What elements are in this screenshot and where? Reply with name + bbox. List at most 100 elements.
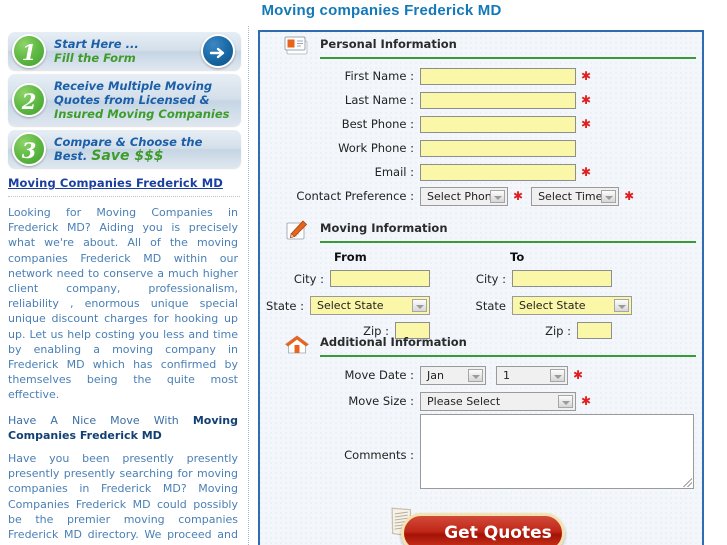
label-best-phone: Best Phone : (341, 117, 414, 131)
to-state-select[interactable]: Select State (512, 296, 632, 315)
field-row-contact-preference: Contact Preference : Select Phone ✱ Sele… (260, 184, 702, 208)
contact-time-select[interactable]: Select Time (531, 186, 620, 206)
contact-time-select-value: Select Time (538, 189, 603, 203)
section-rule-personal (320, 57, 696, 59)
field-row-last-name: Last Name : ✱ (260, 88, 702, 112)
section-header-personal: Personal Information (266, 34, 696, 60)
section-title-personal: Personal Information (320, 37, 457, 51)
chevron-down-icon (601, 189, 617, 203)
move-date-month-select[interactable]: Jan (420, 365, 486, 385)
pencil-notepad-icon (284, 219, 310, 243)
label-last-name: Last Name : (344, 93, 414, 107)
first-name-input[interactable] (420, 67, 576, 85)
field-row-from-state: State : Select State (260, 296, 430, 315)
step-item-3[interactable]: 3 Compare & Choose the Best. Save $$$ (8, 130, 241, 168)
sidebar-heading-2: Have A Nice Move With Moving Companies F… (8, 413, 238, 443)
moving-fields: From To City : State : Select State Zip … (260, 244, 702, 339)
field-row-email: Email : ✱ (260, 160, 702, 184)
submit-area: Get Quotes (260, 499, 702, 545)
section-rule-additional (320, 355, 696, 357)
chevron-down-icon (490, 189, 505, 203)
required-marker-contact-time: ✱ (624, 189, 635, 203)
best-phone-input[interactable] (420, 115, 576, 133)
step-number-badge-1: 1 (12, 34, 46, 68)
step-line-3b-text: Best. (54, 149, 88, 163)
email-input[interactable] (420, 163, 576, 181)
section-header-moving: Moving Information (266, 218, 696, 244)
additional-fields: Move Date : Jan 1 ✱ Move Size : Please S… (260, 358, 702, 493)
step-text-2: Receive Multiple Moving Quotes from Lice… (54, 79, 235, 121)
house-icon (284, 333, 310, 357)
sidebar: 1 Start Here ... Fill the Form 2 Receive… (0, 26, 249, 545)
move-size-select-value: Please Select (427, 394, 501, 408)
field-row-move-size: Move Size : Please Select ✱ (260, 388, 702, 414)
label-contact-preference: Contact Preference : (296, 189, 414, 203)
move-date-day-value: 1 (503, 368, 510, 382)
required-marker-move-size: ✱ (581, 394, 592, 408)
step-item-2[interactable]: 2 Receive Multiple Moving Quotes from Li… (8, 74, 241, 126)
arrow-right-icon[interactable] (201, 34, 235, 68)
from-state-select[interactable]: Select State (310, 296, 430, 315)
chevron-down-icon (614, 299, 629, 312)
contact-phone-select-value: Select Phone (427, 189, 499, 203)
step-item-1[interactable]: 1 Start Here ... Fill the Form (8, 32, 241, 70)
field-row-to-city: City : (436, 270, 612, 287)
get-quotes-button[interactable]: Get Quotes (401, 513, 565, 545)
label-move-size: Move Size : (348, 394, 414, 408)
chevron-down-icon (558, 394, 573, 408)
field-row-best-phone: Best Phone : ✱ (260, 112, 702, 136)
label-comments: Comments : (344, 448, 414, 462)
step-line-3b: Best. Save $$$ (54, 149, 235, 163)
to-city-input[interactable] (512, 270, 612, 287)
required-marker-move-date: ✱ (573, 368, 584, 382)
label-first-name: First Name : (344, 69, 414, 83)
from-city-input[interactable] (330, 270, 430, 287)
field-row-comments: Comments : (260, 414, 702, 489)
to-state-select-value: Select State (519, 299, 586, 312)
chevron-down-icon (550, 368, 565, 382)
label-move-date: Move Date : (344, 368, 414, 382)
comments-textarea[interactable] (420, 414, 694, 489)
chevron-down-icon (468, 368, 483, 382)
label-to-city: City : (475, 271, 506, 286)
label-email: Email : (374, 165, 414, 179)
required-marker-contact-phone: ✱ (513, 189, 524, 203)
sidebar-paragraph-1: Looking for Moving Companies in Frederic… (8, 206, 238, 402)
section-rule-moving (320, 241, 696, 243)
resize-grip-icon[interactable] (683, 478, 692, 487)
required-marker-last-name: ✱ (581, 93, 592, 107)
quote-form-panel: Personal Information First Name : ✱ Last… (258, 30, 704, 545)
move-size-select[interactable]: Please Select (420, 391, 576, 411)
section-title-additional: Additional Information (320, 335, 467, 349)
steps-list: 1 Start Here ... Fill the Form 2 Receive… (8, 32, 241, 168)
label-to-state: State (475, 298, 506, 313)
field-row-to-state: State Select State (436, 296, 632, 315)
work-phone-input[interactable] (420, 139, 576, 157)
step-number-badge-2: 2 (12, 83, 46, 117)
field-row-first-name: First Name : ✱ (260, 64, 702, 88)
field-row-from-city: City : (260, 270, 430, 287)
sidebar-divider (8, 196, 240, 197)
step-line-2c: Insured Moving Companies (54, 107, 230, 121)
required-marker-email: ✱ (581, 165, 592, 179)
required-marker-first-name: ✱ (581, 69, 592, 83)
sidebar-paragraph-2: Have you been presently presently presen… (8, 452, 238, 545)
move-date-day-select[interactable]: 1 (496, 365, 568, 385)
sidebar-link-moving-companies[interactable]: Moving Companies Frederick MD (8, 176, 240, 190)
step-number-badge-3: 3 (12, 132, 46, 166)
field-row-work-phone: Work Phone : (260, 136, 702, 160)
moving-col-head-from: From (334, 250, 367, 264)
from-state-select-value: Select State (317, 299, 384, 312)
sidebar-heading-2-pre: Have A Nice Move With (8, 413, 193, 427)
label-from-city: City : (293, 271, 324, 286)
section-header-additional: Additional Information (266, 332, 696, 358)
required-marker-best-phone: ✱ (581, 117, 592, 131)
step-line-2a: Receive Multiple Moving (54, 79, 213, 93)
field-row-move-date: Move Date : Jan 1 ✱ (260, 362, 702, 388)
step-line-3a: Compare & Choose the (54, 135, 203, 149)
step-text-3: Compare & Choose the Best. Save $$$ (54, 135, 235, 163)
page-title: Moving companies Frederick MD (261, 2, 502, 19)
step-line-3b-emph: Save $$$ (91, 148, 164, 164)
last-name-input[interactable] (420, 91, 576, 109)
contact-phone-select[interactable]: Select Phone (420, 186, 508, 206)
